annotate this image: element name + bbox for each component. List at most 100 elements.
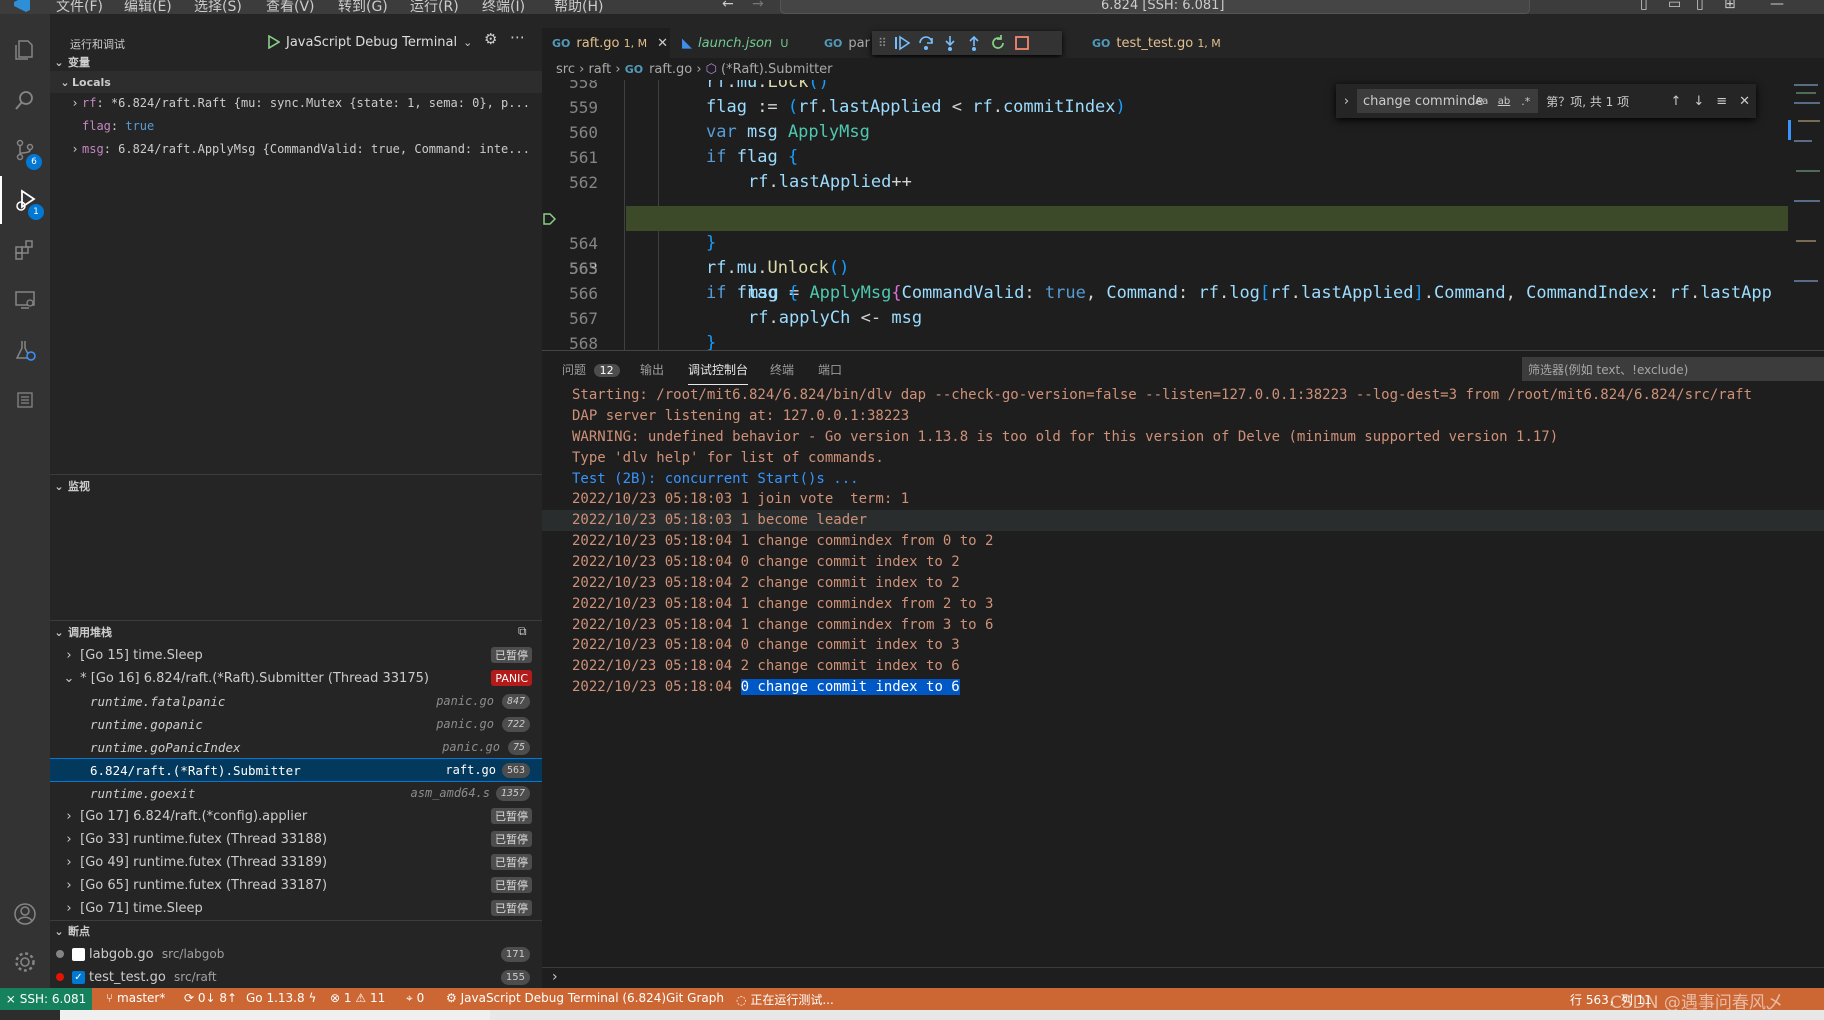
minimize-icon[interactable]: — <box>1770 0 1784 12</box>
breakpoints-section-header[interactable]: ⌄ 断点 <box>50 920 542 942</box>
menu-edit[interactable]: 编辑(E) <box>124 0 172 14</box>
step-into-icon[interactable] <box>941 34 959 52</box>
stack-frame-selected[interactable]: 6.824/raft.(*Raft).Submitter raft.go 563 <box>50 758 542 782</box>
breakpoint-test-test[interactable]: ✓ test_test.go src/raft 155 <box>50 966 542 988</box>
minimap[interactable] <box>1788 80 1824 350</box>
breakpoint-labgob[interactable]: labgob.go src/labgob 171 <box>50 943 542 965</box>
go-version-status[interactable]: Go 1.13.8 ϟ <box>246 991 316 1005</box>
whole-word-icon[interactable]: ab <box>1498 96 1510 107</box>
variable-rf[interactable]: › rf: *6.824/raft.Raft {mu: sync.Mutex {s… <box>50 92 542 114</box>
breadcrumb-item[interactable]: raft <box>588 62 611 77</box>
explorer-icon[interactable] <box>0 26 50 74</box>
breakpoint-checkbox[interactable] <box>72 947 85 961</box>
toggle-secondary-sidebar-icon[interactable]: ▯ <box>1696 0 1704 12</box>
start-debugging-icon[interactable] <box>266 35 280 49</box>
tab-terminal[interactable]: 终端 <box>770 361 794 378</box>
menu-go[interactable]: 转到(G) <box>338 0 388 14</box>
ports-status[interactable]: ⌖ 0 <box>406 991 424 1006</box>
remote-indicator[interactable]: ⨯ SSH: 6.081 <box>0 988 92 1010</box>
nav-back-icon[interactable]: ← <box>722 0 734 12</box>
nav-forward-icon[interactable]: → <box>752 0 764 12</box>
variable-msg[interactable]: › msg: 6.824/raft.ApplyMsg {CommandValid:… <box>50 138 542 160</box>
stop-icon[interactable] <box>1013 34 1031 52</box>
debug-session-status[interactable]: ⚙ JavaScript Debug Terminal (6.824) <box>446 991 666 1005</box>
console-line: WARNING: undefined behavior - Go version… <box>572 429 1559 445</box>
close-find-icon[interactable]: ✕ <box>1733 94 1756 109</box>
locals-scope[interactable]: ⌄ Locals <box>50 71 542 93</box>
thread-label: [Go 15] time.Sleep <box>80 647 203 663</box>
tab-debug-console[interactable]: 调试控制台 <box>688 361 749 385</box>
menu-selection[interactable]: 选择(S) <box>194 0 242 14</box>
menu-terminal[interactable]: 终端(I) <box>482 0 525 14</box>
stack-frame[interactable]: runtime.goexit asm_amd64.s 1357 <box>50 782 542 804</box>
account-icon[interactable] <box>0 890 50 938</box>
run-debug-icon[interactable]: 1 <box>0 176 50 224</box>
thread-go65[interactable]: › [Go 65] runtime.futex (Thread 33187) 已暂… <box>50 874 542 896</box>
stack-frame[interactable]: runtime.goPanicIndex panic.go 75 <box>50 736 542 758</box>
restart-icon[interactable] <box>989 34 1007 52</box>
command-center-search[interactable]: 6.824 [SSH: 6.081] <box>780 0 1530 14</box>
find-input[interactable]: change comminde Aa ab .* <box>1356 89 1539 113</box>
menu-file[interactable]: 文件(F) <box>56 0 103 14</box>
customize-layout-icon[interactable]: ⊞ <box>1724 0 1736 12</box>
git-graph-status[interactable]: Git Graph <box>666 991 724 1005</box>
tab-test-test-go[interactable]: GO test_test.go 1, M <box>1082 28 1222 58</box>
testing-icon[interactable] <box>0 326 50 374</box>
thread-go17[interactable]: › [Go 17] 6.824/raft.(*config).applier 已暂… <box>50 805 542 827</box>
callstack-section-header[interactable]: ⌄ 调用堆栈 <box>50 621 542 643</box>
remote-explorer-icon[interactable] <box>0 276 50 324</box>
tab-ports[interactable]: 端口 <box>818 361 842 378</box>
tab-raft-go[interactable]: GO raft.go 1, M ✕ <box>542 28 670 58</box>
step-out-icon[interactable] <box>965 34 983 52</box>
tab-output[interactable]: 输出 <box>640 361 664 378</box>
breadcrumb-item[interactable]: raft.go <box>649 62 692 77</box>
search-icon[interactable] <box>0 76 50 124</box>
regex-icon[interactable]: .* <box>1521 95 1530 108</box>
breadcrumb-item[interactable]: (*Raft).Submitter <box>721 62 833 77</box>
thread-go15[interactable]: › [Go 15] time.Sleep 已暂停 <box>50 644 542 666</box>
collapse-all-icon[interactable]: ⧉ <box>518 624 527 639</box>
code-editor[interactable]: 558 rf.mu.Lock() 559 flag := (rf.lastAppli… <box>542 80 1792 350</box>
previous-match-icon[interactable]: ↑ <box>1665 94 1688 109</box>
toggle-sidebar-icon[interactable]: ▯ <box>1640 0 1648 12</box>
breakpoint-path: src/labgob <box>161 947 225 961</box>
find-in-selection-icon[interactable]: ≡ <box>1710 94 1733 109</box>
drag-handle-icon[interactable]: ⠿ <box>878 36 887 50</box>
thread-go71[interactable]: › [Go 71] time.Sleep 已暂停 <box>50 897 542 919</box>
stack-frame[interactable]: runtime.fatalpanic panic.go 847 <box>50 690 542 712</box>
menu-help[interactable]: 帮助(H) <box>554 0 603 14</box>
output-list-icon[interactable] <box>0 376 50 424</box>
stack-frame[interactable]: runtime.gopanic panic.go 722 <box>50 713 542 735</box>
close-icon[interactable]: ✕ <box>657 36 668 51</box>
extensions-icon[interactable] <box>0 226 50 274</box>
problems-status[interactable]: ⊗ 1 ⚠ 11 <box>330 991 385 1005</box>
variables-section-header[interactable]: ⌄ 变量 <box>50 51 542 73</box>
breakpoint-checkbox-checked[interactable]: ✓ <box>72 970 85 984</box>
more-actions-icon[interactable]: ⋯ <box>510 28 525 46</box>
menu-view[interactable]: 查看(V) <box>266 0 315 14</box>
sync-status[interactable]: ⟳ 0↓ 8↑ <box>184 991 237 1005</box>
toggle-replace-chevron-icon[interactable]: › <box>1336 94 1357 109</box>
next-match-icon[interactable]: ↓ <box>1687 94 1710 109</box>
thread-go33[interactable]: › [Go 33] runtime.futex (Thread 33188) 已暂… <box>50 828 542 850</box>
source-control-icon[interactable]: 6 <box>0 126 50 174</box>
variable-flag[interactable]: flag: true <box>50 115 542 137</box>
tab-problems[interactable]: 问题 12 <box>562 361 620 378</box>
breadcrumb-item[interactable]: src <box>556 62 575 77</box>
tab-par[interactable]: GO par <box>814 28 874 58</box>
open-launch-json-gear-icon[interactable]: ⚙ <box>484 30 497 48</box>
menu-run[interactable]: 运行(R) <box>410 0 459 14</box>
test-running-status[interactable]: ◌ 正在运行测试... <box>736 991 834 1008</box>
tab-launch-json[interactable]: ◣ launch.json U <box>672 28 812 58</box>
step-over-icon[interactable] <box>917 34 935 52</box>
debug-console-input[interactable] <box>570 969 1810 987</box>
watch-section-header[interactable]: ⌄ 监视 <box>50 475 542 497</box>
branch-status[interactable]: ⑂ master* <box>106 991 165 1005</box>
match-case-icon[interactable]: Aa <box>1475 96 1488 107</box>
settings-gear-icon[interactable] <box>0 938 50 986</box>
debug-console-filter[interactable]: 筛选器(例如 text、!exclude) <box>1522 357 1824 381</box>
continue-icon[interactable] <box>893 34 911 52</box>
thread-go16[interactable]: ⌄ * [Go 16] 6.824/raft.(*Raft).Submitter… <box>50 667 542 689</box>
toggle-panel-icon[interactable]: ▭ <box>1668 0 1681 12</box>
thread-go49[interactable]: › [Go 49] runtime.futex (Thread 33189) 已暂… <box>50 851 542 873</box>
